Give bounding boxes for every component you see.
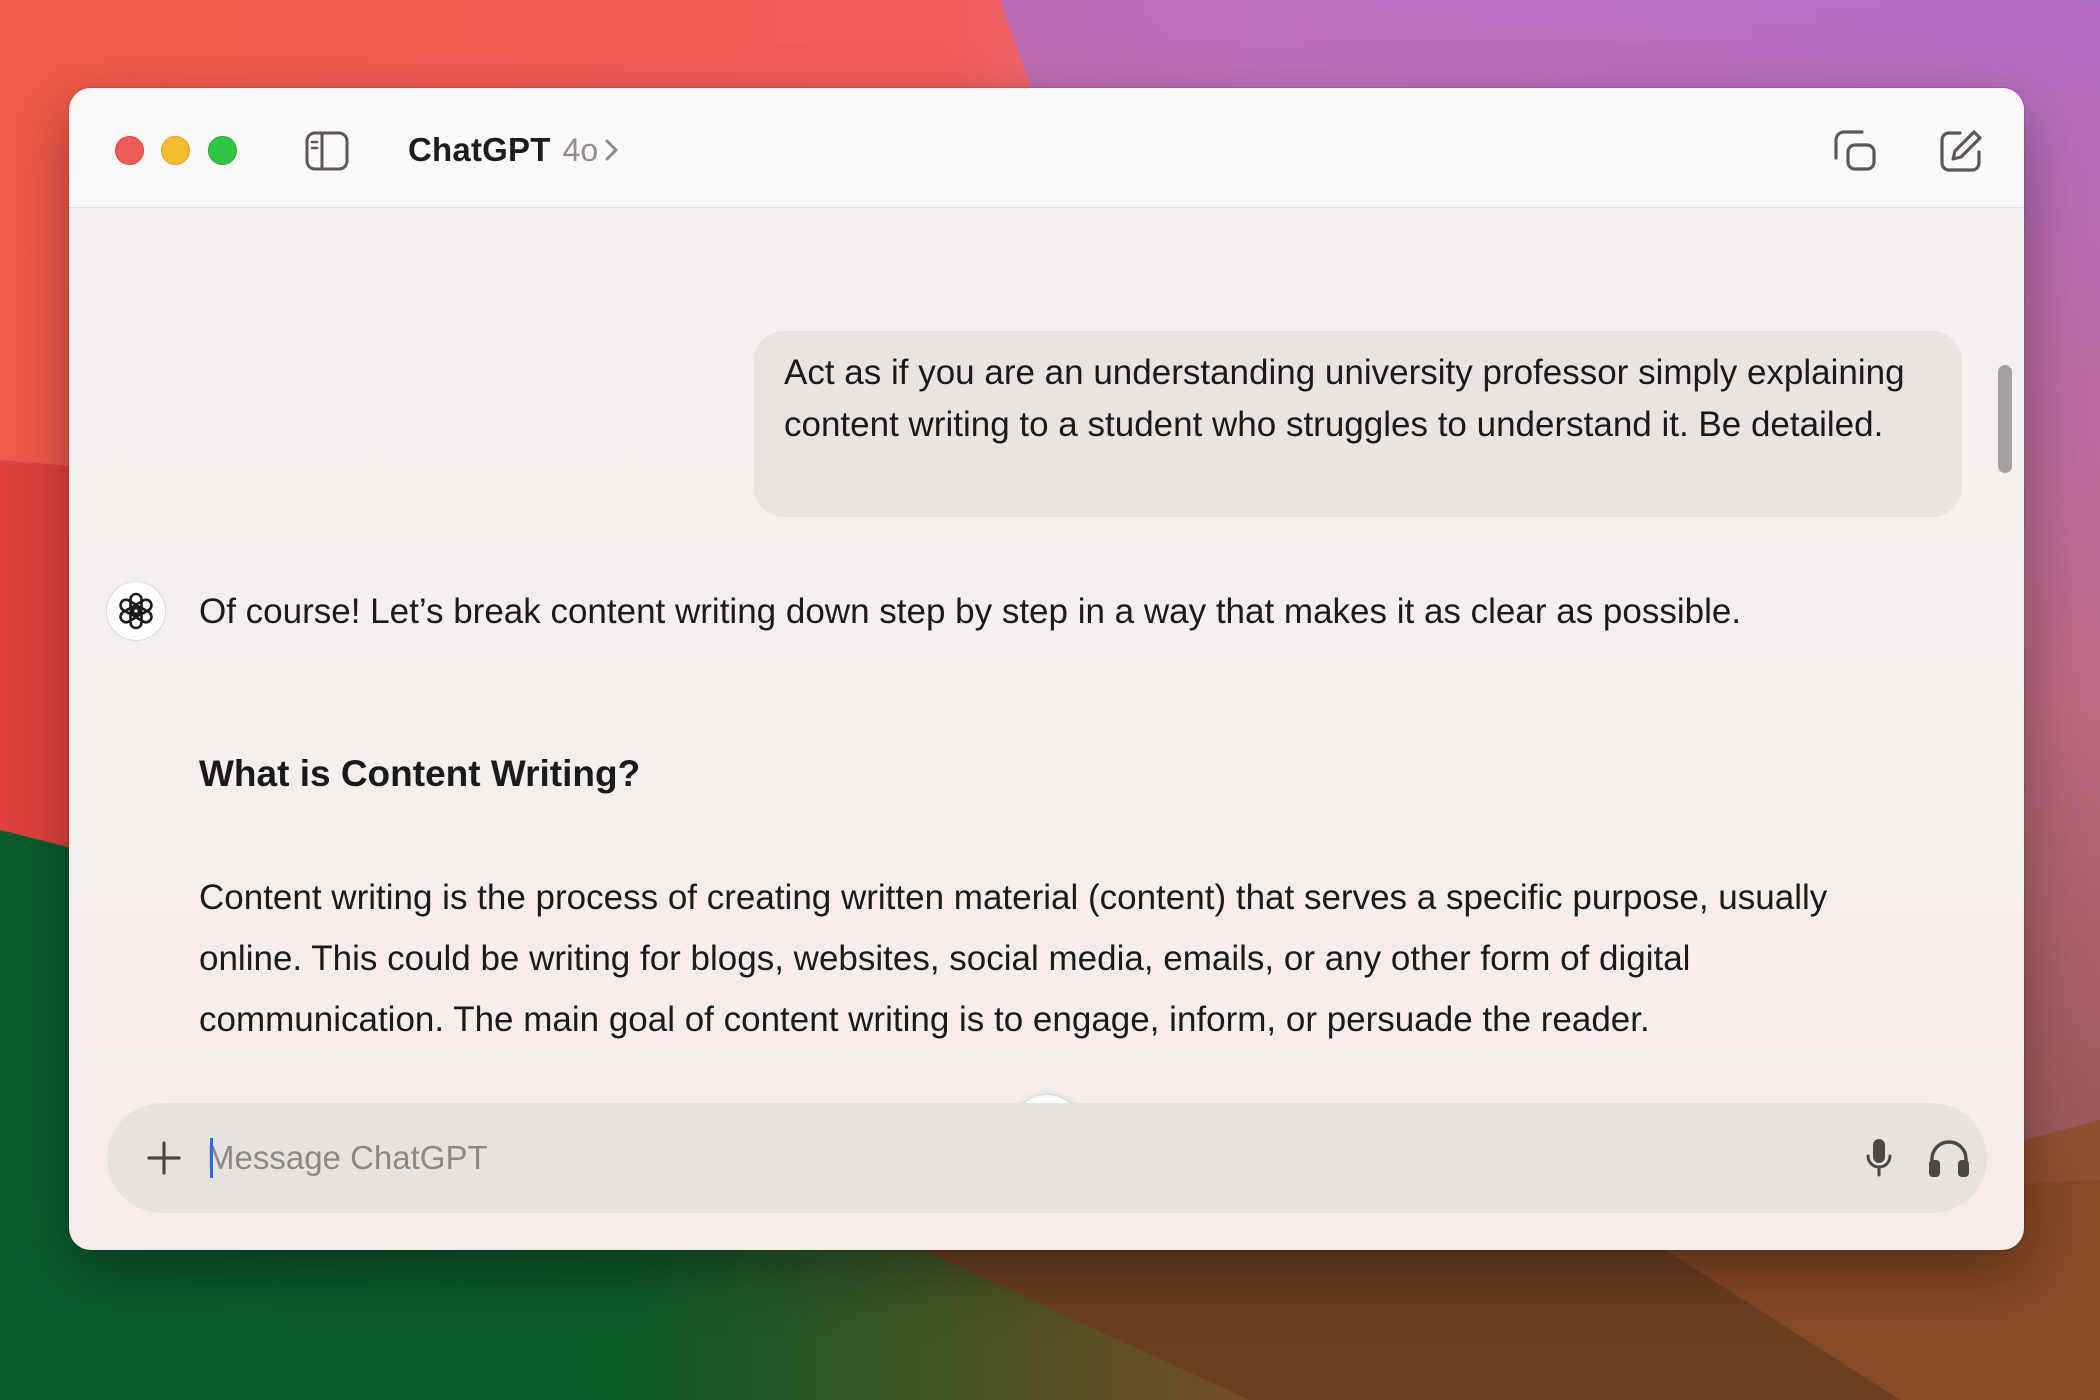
user-message-text: Act as if you are an understanding unive… <box>784 353 1905 444</box>
title-bar: ChatGPT 4o <box>69 88 2024 208</box>
message-input[interactable] <box>207 1128 1787 1188</box>
attach-button[interactable] <box>137 1131 191 1185</box>
text-caret <box>210 1138 213 1178</box>
assistant-paragraph: Content writing is the process of creati… <box>199 878 1828 1039</box>
chevron-right-icon <box>604 137 620 163</box>
model-name: 4o <box>562 131 599 168</box>
user-message-bubble: Act as if you are an understanding unive… <box>754 331 1962 517</box>
minimize-window-button[interactable] <box>161 136 190 165</box>
assistant-heading: What is Content Writing? <box>199 753 641 794</box>
voice-mode-button[interactable] <box>1920 1129 1978 1187</box>
new-chat-button[interactable] <box>1934 124 1988 178</box>
close-window-button[interactable] <box>115 136 144 165</box>
headphones-icon <box>1929 1140 1969 1177</box>
dictate-button[interactable] <box>1852 1131 1906 1185</box>
conversation-area: Act as if you are an understanding unive… <box>69 208 2024 1250</box>
temporary-chat-icon <box>1834 130 1876 171</box>
microphone-icon <box>1866 1139 1892 1177</box>
message-composer <box>107 1103 1987 1213</box>
app-title: ChatGPT <box>408 131 551 168</box>
compose-icon <box>1940 130 1982 172</box>
plus-icon <box>147 1141 181 1175</box>
assistant-avatar <box>106 581 166 641</box>
zoom-window-button[interactable] <box>208 136 237 165</box>
model-selector[interactable]: ChatGPT 4o <box>408 124 620 176</box>
chatgpt-window: ChatGPT 4o Act as if you are an understa… <box>69 88 2024 1250</box>
sidebar-toggle-icon <box>305 131 349 171</box>
temporary-chat-button[interactable] <box>1829 124 1883 178</box>
scrollbar-thumb[interactable] <box>1998 365 2012 473</box>
sidebar-toggle-button[interactable] <box>302 126 352 176</box>
assistant-intro-text: Of course! Let’s break content writing d… <box>199 592 1742 631</box>
openai-logo-icon <box>119 592 153 630</box>
